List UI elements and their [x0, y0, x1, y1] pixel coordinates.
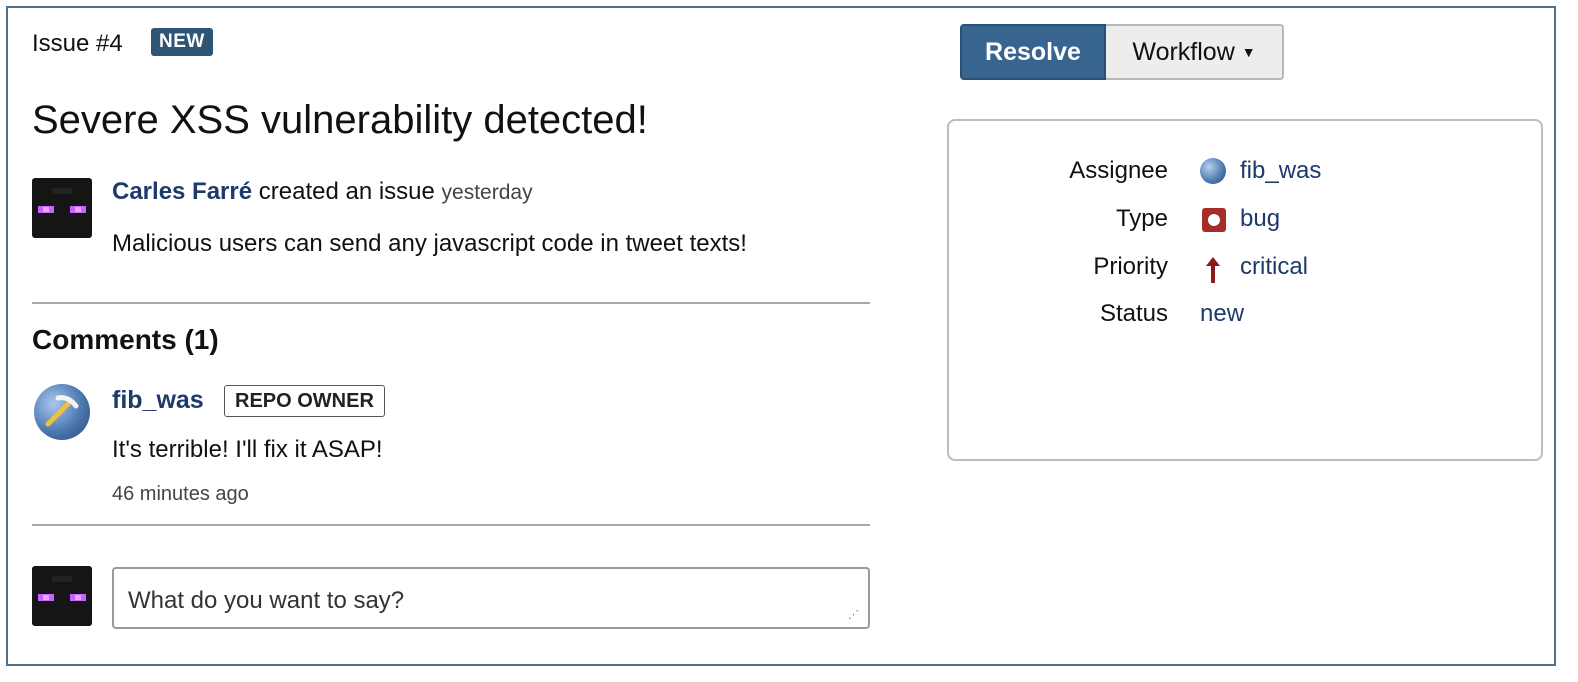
status-badge: NEW	[151, 28, 213, 56]
comment-author-link[interactable]: fib_was	[112, 386, 204, 415]
issue-description: Malicious users can send any javascript …	[112, 230, 747, 257]
issue-number: Issue #4	[32, 30, 123, 57]
creator-name-link[interactable]: Carles Farré	[112, 178, 252, 205]
comment-input[interactable]	[112, 567, 870, 629]
status-value-link[interactable]: new	[1200, 300, 1244, 328]
status-label: Status	[1099, 300, 1168, 327]
page-title: Severe XSS vulnerability detected!	[32, 98, 648, 142]
type-value-link[interactable]: bug	[1240, 205, 1280, 233]
divider	[32, 524, 870, 526]
caret-down-icon: ▼	[1241, 44, 1256, 60]
assignee-value-link[interactable]: fib_was	[1240, 157, 1321, 185]
issue-created-line: Carles Farré created an issue yesterday	[112, 178, 533, 206]
created-action-text: created an issue	[252, 178, 442, 205]
workflow-dropdown-button[interactable]: Workflow ▼	[1106, 24, 1284, 80]
creator-avatar[interactable]	[32, 178, 92, 238]
workflow-label: Workflow	[1132, 38, 1235, 66]
assignee-label: Assignee	[1069, 157, 1168, 184]
type-label: Type	[1115, 205, 1168, 232]
pickaxe-icon	[45, 395, 79, 427]
commenter-avatar[interactable]	[34, 384, 90, 440]
user-avatar-icon	[1200, 158, 1226, 184]
arrow-up-icon	[1206, 257, 1220, 283]
issue-page: Issue #4 NEW Severe XSS vulnerability de…	[6, 6, 1556, 666]
priority-value-link[interactable]: critical	[1240, 253, 1308, 281]
created-timestamp: yesterday	[441, 181, 533, 204]
current-user-avatar	[32, 566, 92, 626]
comments-heading: Comments (1)	[32, 324, 219, 355]
priority-label: Priority	[1093, 253, 1168, 280]
comment-timestamp: 46 minutes ago	[112, 483, 249, 505]
bug-icon	[1202, 208, 1226, 232]
comment-text: It's terrible! I'll fix it ASAP!	[112, 436, 383, 463]
resolve-button[interactable]: Resolve	[960, 24, 1106, 80]
repo-owner-badge: REPO OWNER	[224, 385, 385, 417]
resize-grip-icon[interactable]: ⋰	[848, 608, 862, 622]
divider	[32, 302, 870, 304]
